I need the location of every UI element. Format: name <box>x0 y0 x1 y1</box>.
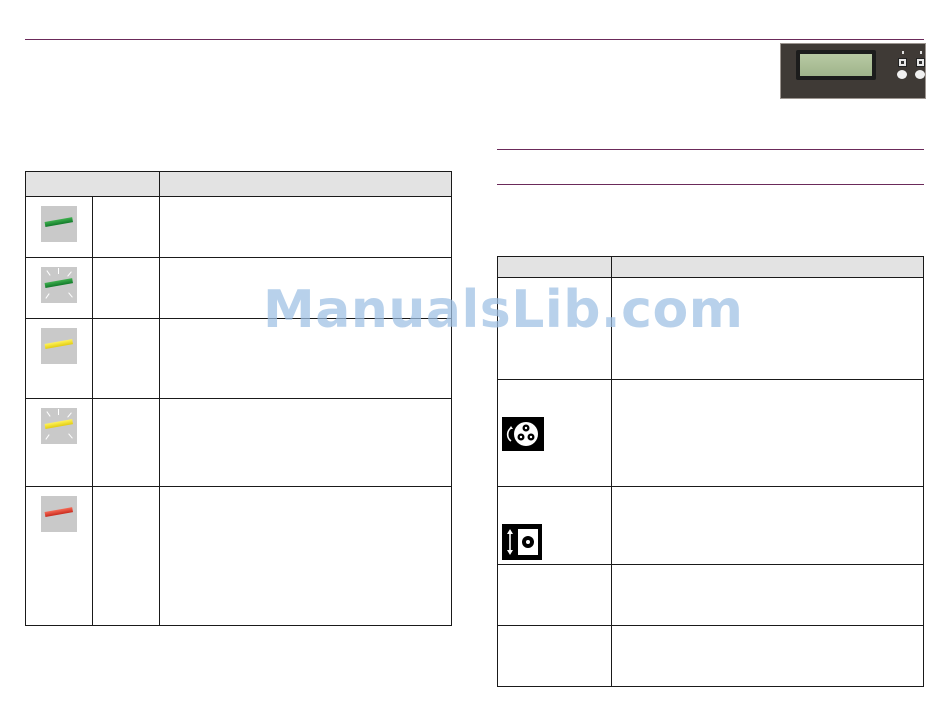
led-swatch-cell <box>25 257 93 319</box>
header-cell-meaning <box>159 171 452 197</box>
led-green-blinking-icon <box>41 267 77 303</box>
led-state-cell <box>92 257 160 319</box>
table-row <box>497 564 924 626</box>
led-green-steady-icon <box>41 206 77 242</box>
table-row <box>25 196 452 258</box>
top-rule <box>25 39 924 40</box>
table-row <box>497 379 924 487</box>
reels-rotate-icon <box>502 417 544 451</box>
table-row <box>497 486 924 565</box>
led-state-cell <box>92 398 160 487</box>
led-red-steady-icon <box>41 496 77 532</box>
icon-cell <box>497 486 612 565</box>
led-meaning-cell <box>159 398 452 487</box>
led-status-table <box>25 171 452 626</box>
description-cell <box>611 625 924 687</box>
icon-cell <box>497 379 612 487</box>
panel-disc-icon <box>915 70 925 79</box>
description-cell <box>611 379 924 487</box>
led-state-cell <box>92 486 160 626</box>
led-swatch-cell <box>25 318 93 399</box>
led-meaning-cell <box>159 486 452 626</box>
description-cell <box>611 564 924 626</box>
section-rule-1 <box>497 149 924 150</box>
header-cell-description <box>611 256 924 278</box>
header-cell-led <box>25 171 160 197</box>
icon-cell <box>497 564 612 626</box>
led-swatch-cell <box>25 196 93 258</box>
led-state-cell <box>92 318 160 399</box>
section-rule-2 <box>497 184 924 185</box>
description-cell <box>611 486 924 565</box>
led-swatch-cell <box>25 398 93 487</box>
icon-cell <box>497 625 612 687</box>
table-row <box>25 398 452 487</box>
led-yellow-blinking-icon <box>41 408 77 444</box>
watermark-text: ManualsLib.com <box>263 280 744 340</box>
led-swatch-cell <box>25 486 93 626</box>
led-meaning-cell <box>159 196 452 258</box>
table-row <box>497 625 924 687</box>
panel-reels-icon <box>897 70 907 79</box>
led-state-cell <box>92 196 160 258</box>
panel-button-1 <box>898 58 907 67</box>
table-header-row <box>25 171 452 197</box>
lcd-panel-photo <box>780 43 926 99</box>
table-row <box>25 486 452 626</box>
lcd-display <box>796 50 876 80</box>
table-header-row <box>497 256 924 278</box>
header-cell-icon <box>497 256 612 278</box>
disc-up-down-icon <box>502 524 542 560</box>
panel-button-2 <box>916 58 925 67</box>
led-yellow-steady-icon <box>41 328 77 364</box>
